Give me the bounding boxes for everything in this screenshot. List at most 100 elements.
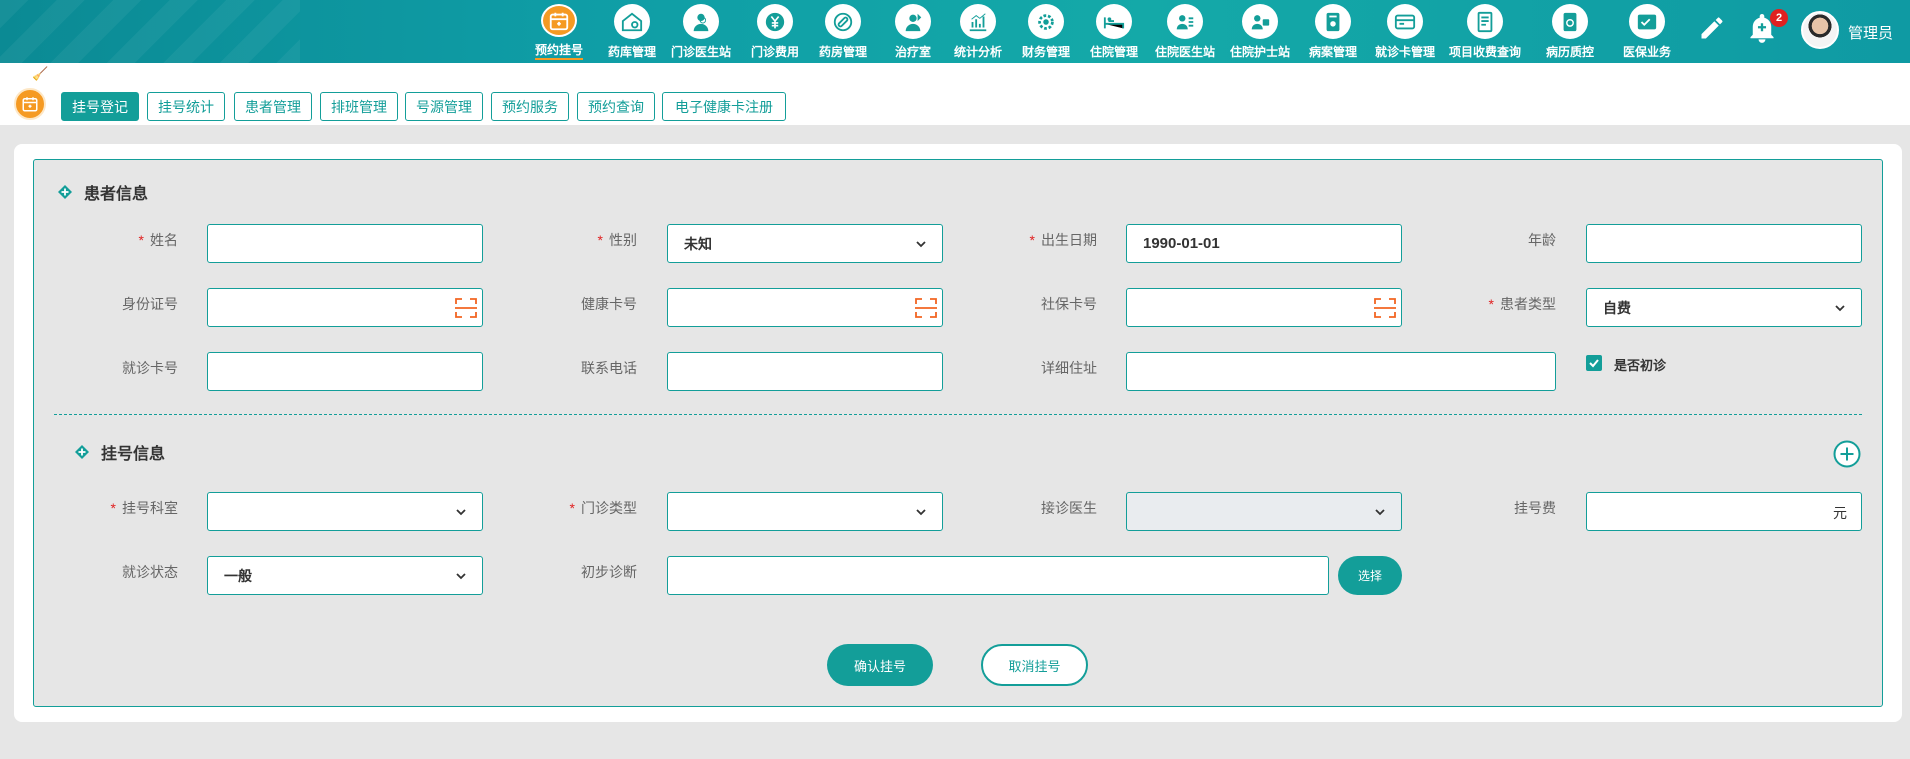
scan-icon[interactable] [1373, 297, 1397, 319]
avatar[interactable] [1801, 11, 1839, 49]
nurse-icon [894, 4, 931, 39]
nav-label: 住院医生站 [1154, 45, 1215, 59]
gender-label: * 性别 [597, 232, 637, 248]
clinic-type-select[interactable] [667, 492, 943, 531]
phone-input[interactable] [667, 352, 943, 391]
age-input[interactable] [1586, 224, 1862, 263]
doctor-icon [682, 4, 719, 39]
tab[interactable]: 挂号登记 [61, 92, 139, 121]
diamond-icon [75, 445, 89, 459]
chevron-down-icon [1375, 508, 1385, 515]
nav-item[interactable]: 就诊卡管理 [1375, 4, 1435, 60]
fee-input[interactable]: 元 [1586, 492, 1862, 531]
visit-card-label: 就诊卡号 [122, 360, 178, 376]
nav-label: 药房管理 [818, 45, 867, 59]
department-select[interactable] [207, 492, 483, 531]
patient-type-select[interactable]: 自费 [1586, 288, 1862, 327]
chevron-down-icon [916, 508, 926, 515]
scan-icon[interactable] [454, 297, 478, 319]
tab[interactable]: 排班管理 [320, 92, 398, 121]
nav-label: 住院护士站 [1229, 45, 1290, 59]
choose-button[interactable]: 选择 [1338, 556, 1402, 595]
nav-item[interactable]: 预约挂号 [534, 4, 583, 60]
insurance-icon [1628, 4, 1665, 39]
registration-section-title: 挂号信息 [75, 440, 165, 464]
yuan-icon [756, 4, 793, 39]
tab[interactable]: 挂号统计 [147, 92, 225, 121]
receipt-icon [1466, 4, 1503, 39]
nav-label: 财务管理 [1021, 45, 1070, 59]
pill-icon [824, 4, 861, 39]
nav-item[interactable]: 项目收费查询 [1449, 4, 1521, 60]
calendar-icon [14, 88, 46, 120]
cancel-registration-button[interactable]: 取消挂号 [981, 644, 1088, 686]
birth-date-input[interactable]: 1990-01-01 [1126, 224, 1402, 263]
edit-icon[interactable] [1698, 14, 1726, 42]
nav-item[interactable]: 住院医生站 [1155, 4, 1215, 60]
broom-icon[interactable]: 🧹 [32, 66, 48, 82]
visit-card-input[interactable] [207, 352, 483, 391]
scan-icon[interactable] [914, 297, 938, 319]
social-card-label: 社保卡号 [1041, 296, 1097, 312]
chevron-down-icon [916, 240, 926, 247]
doctor-id-icon [1166, 4, 1203, 39]
section-title-text: 患者信息 [84, 186, 149, 203]
fee-label: 挂号费 [1514, 500, 1556, 516]
nav-item[interactable]: 病案管理 [1309, 4, 1357, 60]
nav-item[interactable]: 门诊医生站 [671, 4, 731, 60]
add-circle-icon[interactable] [1833, 440, 1861, 468]
nav-item[interactable]: 统计分析 [954, 4, 1002, 60]
file-icon [1314, 4, 1351, 39]
diamond-icon [58, 185, 72, 199]
notification-badge: 2 [1770, 9, 1788, 27]
tab[interactable]: 电子健康卡注册 [662, 92, 786, 121]
tab[interactable]: 预约服务 [491, 92, 569, 121]
tab[interactable]: 号源管理 [405, 92, 483, 121]
bar-chart-icon [959, 4, 996, 39]
calendar-icon [540, 4, 577, 37]
chevron-down-icon [456, 508, 466, 515]
nav-item[interactable]: 药房管理 [819, 4, 867, 60]
bed-icon [1095, 4, 1132, 39]
age-label: 年龄 [1528, 232, 1556, 248]
chevron-down-icon [456, 572, 466, 579]
nav-item[interactable]: 住院护士站 [1230, 4, 1290, 60]
nav-item[interactable]: 住院管理 [1090, 4, 1138, 60]
doctor-select[interactable] [1126, 492, 1402, 531]
confirm-registration-button[interactable]: 确认挂号 [827, 644, 933, 686]
nav-label: 医保业务 [1622, 45, 1671, 59]
diagnosis-label: 初步诊断 [581, 564, 637, 580]
nav-item[interactable]: 治疗室 [894, 4, 931, 60]
address-input[interactable] [1126, 352, 1556, 391]
diagnosis-input[interactable] [667, 556, 1329, 595]
nav-item[interactable]: 病历质控 [1546, 4, 1594, 60]
social-card-input[interactable] [1126, 288, 1402, 327]
first-visit-checkbox[interactable] [1586, 355, 1602, 371]
navbar-decoration [0, 0, 300, 63]
gender-select[interactable]: 未知 [667, 224, 943, 263]
first-visit-label: 是否初诊 [1614, 358, 1667, 373]
nurse-id-icon [1241, 4, 1278, 39]
nav-item[interactable]: 财务管理 [1022, 4, 1070, 60]
chevron-down-icon [1835, 304, 1845, 311]
id-number-label: 身份证号 [122, 296, 178, 312]
nav-item[interactable]: 门诊费用 [751, 4, 799, 60]
id-number-input[interactable] [207, 288, 483, 327]
clinic-type-label: * 门诊类型 [569, 500, 637, 516]
record-icon [1551, 4, 1588, 39]
nav-label: 就诊卡管理 [1374, 45, 1435, 59]
nav-item[interactable]: 药库管理 [608, 4, 656, 60]
tab[interactable]: 预约查询 [577, 92, 655, 121]
tab[interactable]: 患者管理 [234, 92, 312, 121]
name-input[interactable] [207, 224, 483, 263]
visit-status-select[interactable]: 一般 [207, 556, 483, 595]
check-icon [1589, 359, 1599, 368]
patient-section-title: 患者信息 [58, 180, 148, 204]
health-card-label: 健康卡号 [581, 296, 637, 312]
username[interactable]: 管理员 [1848, 22, 1893, 43]
fee-unit: 元 [1833, 505, 1847, 521]
nav-label: 门诊费用 [750, 45, 799, 59]
doctor-label: 接诊医生 [1041, 500, 1097, 516]
health-card-input[interactable] [667, 288, 943, 327]
nav-item[interactable]: 医保业务 [1623, 4, 1671, 60]
